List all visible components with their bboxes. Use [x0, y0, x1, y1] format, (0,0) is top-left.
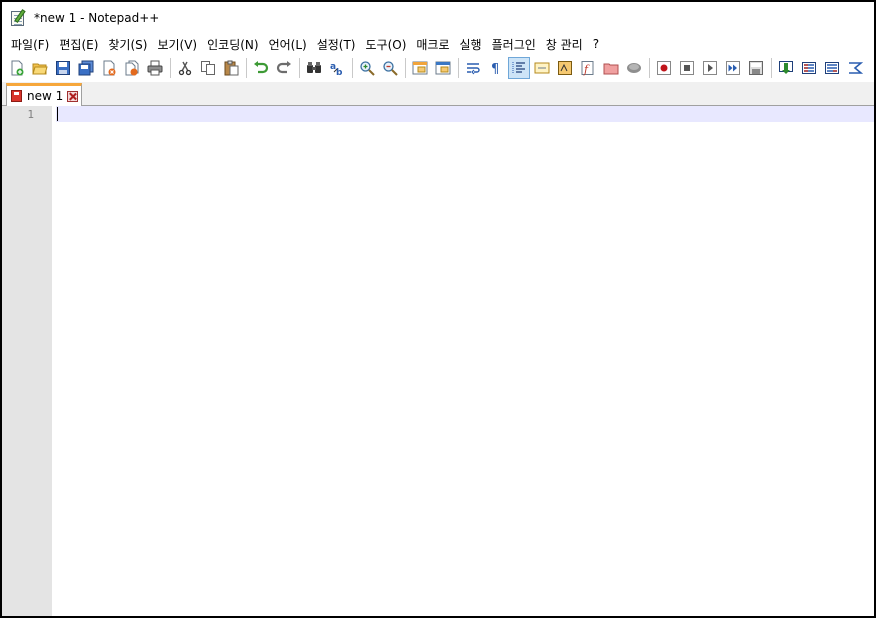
- zoom-in-icon[interactable]: [356, 57, 378, 79]
- tab-new-1[interactable]: new 1: [6, 83, 82, 106]
- indent-guide-icon[interactable]: [508, 57, 530, 79]
- word-wrap-icon[interactable]: [462, 57, 484, 79]
- menu-file[interactable]: 파일(F): [6, 36, 54, 53]
- menu-tools[interactable]: 도구(O): [361, 36, 412, 53]
- svg-text:¶: ¶: [491, 62, 499, 76]
- notepad-window: *new 1 - Notepad++ 파일(F) 편집(E) 찾기(S) 보기(…: [0, 0, 876, 618]
- cut-icon[interactable]: [174, 57, 196, 79]
- folder-as-workspace-icon[interactable]: [600, 57, 622, 79]
- toolbar-separator: [405, 58, 406, 78]
- toolbar-separator: [246, 58, 247, 78]
- text-caret: [57, 107, 58, 121]
- toolbar-separator: [352, 58, 353, 78]
- playback-macro-icon[interactable]: [699, 57, 721, 79]
- open-file-icon[interactable]: [29, 57, 51, 79]
- toolbar: ab ¶ f: [2, 55, 874, 81]
- toolbar-separator: [299, 58, 300, 78]
- menu-help[interactable]: ?: [588, 37, 604, 51]
- editor-pane: 1: [2, 106, 874, 616]
- show-all-characters-icon[interactable]: ¶: [485, 57, 507, 79]
- zoom-out-icon[interactable]: [379, 57, 401, 79]
- close-icon[interactable]: [98, 57, 120, 79]
- save-all-icon[interactable]: [75, 57, 97, 79]
- menu-plugins[interactable]: 플러그인: [487, 36, 541, 53]
- title-bar[interactable]: *new 1 - Notepad++: [2, 2, 874, 33]
- menu-view[interactable]: 보기(V): [152, 36, 202, 53]
- unsaved-file-icon: [11, 90, 22, 102]
- line-number-gutter: 1: [2, 106, 52, 616]
- udl-icon[interactable]: [531, 57, 553, 79]
- undo-icon[interactable]: [250, 57, 272, 79]
- text-editor[interactable]: [56, 106, 874, 616]
- stop-recording-icon[interactable]: [676, 57, 698, 79]
- menu-language[interactable]: 언어(L): [264, 36, 312, 53]
- sync-horizontal-icon[interactable]: [432, 57, 454, 79]
- toolbar-separator: [649, 58, 650, 78]
- menu-edit[interactable]: 편집(E): [54, 36, 103, 53]
- menu-encoding[interactable]: 인코딩(N): [202, 36, 263, 53]
- tab-label: new 1: [27, 89, 64, 103]
- menu-window[interactable]: 창 관리: [541, 36, 588, 53]
- compare-icon[interactable]: [821, 57, 843, 79]
- print-icon[interactable]: [144, 57, 166, 79]
- close-tab-icon[interactable]: [67, 90, 79, 102]
- line-number: 1: [27, 108, 34, 121]
- window-title: *new 1 - Notepad++: [34, 10, 160, 25]
- launch-icon[interactable]: [844, 57, 866, 79]
- save-macro-icon[interactable]: [745, 57, 767, 79]
- function-panel-icon[interactable]: [798, 57, 820, 79]
- toolbar-separator: [771, 58, 772, 78]
- document-list-icon[interactable]: [775, 57, 797, 79]
- replace-icon[interactable]: ab: [326, 57, 348, 79]
- close-all-icon[interactable]: [121, 57, 143, 79]
- paste-icon[interactable]: [220, 57, 242, 79]
- copy-icon[interactable]: [197, 57, 219, 79]
- new-file-icon[interactable]: [6, 57, 28, 79]
- doc-map-icon[interactable]: [554, 57, 576, 79]
- menu-settings[interactable]: 설정(T): [312, 36, 361, 53]
- notepad-app-icon: [10, 8, 28, 27]
- sync-vertical-icon[interactable]: [409, 57, 431, 79]
- function-list-icon[interactable]: f: [577, 57, 599, 79]
- menu-bar: 파일(F) 편집(E) 찾기(S) 보기(V) 인코딩(N) 언어(L) 설정(…: [2, 33, 874, 55]
- monitoring-icon[interactable]: [623, 57, 645, 79]
- save-icon[interactable]: [52, 57, 74, 79]
- menu-search[interactable]: 찾기(S): [103, 36, 152, 53]
- run-macro-multiple-icon[interactable]: [722, 57, 744, 79]
- tab-bar: new 1: [2, 82, 874, 106]
- toolbar-separator: [170, 58, 171, 78]
- redo-icon[interactable]: [273, 57, 295, 79]
- menu-macro[interactable]: 매크로: [411, 36, 454, 53]
- record-macro-icon[interactable]: [653, 57, 675, 79]
- find-icon[interactable]: [303, 57, 325, 79]
- current-line-highlight: [56, 106, 874, 122]
- menu-run[interactable]: 실행: [455, 36, 487, 53]
- toolbar-separator: [458, 58, 459, 78]
